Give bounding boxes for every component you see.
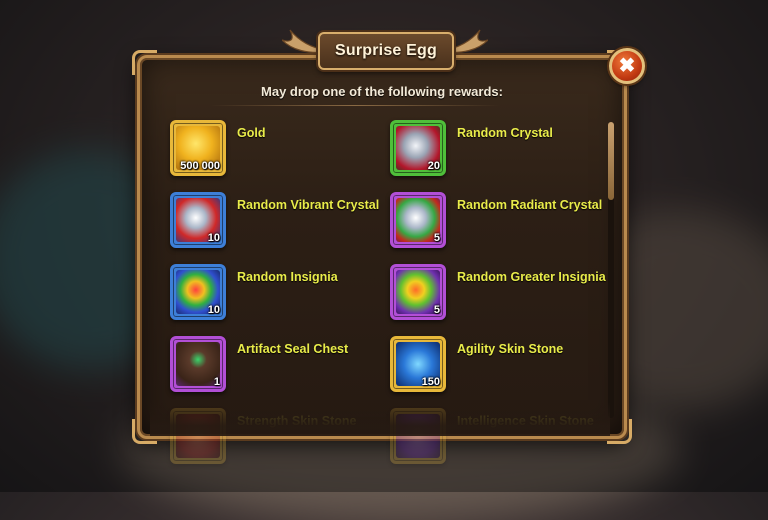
reward-item[interactable]: 5 Random Radiant Crystal bbox=[390, 192, 602, 252]
reward-quantity: 5 bbox=[433, 232, 440, 244]
dialog-title: Surprise Egg bbox=[318, 32, 454, 70]
close-icon: ✖ bbox=[618, 55, 636, 77]
reward-tile[interactable]: 1 bbox=[170, 336, 226, 392]
reward-tile[interactable]: 5 bbox=[390, 264, 446, 320]
reward-item[interactable]: 500 000 Gold bbox=[170, 120, 370, 180]
reward-quantity: 10 bbox=[207, 232, 220, 244]
reward-tile[interactable]: 150 bbox=[390, 336, 446, 392]
reward-item[interactable]: 5 Random Greater Insignia bbox=[390, 264, 606, 324]
divider bbox=[210, 105, 500, 106]
reward-tile[interactable]: 5 bbox=[390, 192, 446, 248]
scrollbar-thumb[interactable] bbox=[608, 122, 614, 200]
reward-item[interactable]: 10 Random Insignia bbox=[170, 264, 370, 324]
reward-tile[interactable]: 10 bbox=[170, 264, 226, 320]
reward-quantity: 500 000 bbox=[180, 160, 220, 172]
reward-quantity: 150 bbox=[421, 376, 440, 388]
reward-item[interactable]: 150 Agility Skin Stone bbox=[390, 336, 590, 396]
reward-quantity: 1 bbox=[213, 376, 220, 388]
reward-tile[interactable]: 20 bbox=[390, 120, 446, 176]
reward-name: Random Crystal bbox=[457, 126, 553, 140]
reward-quantity: 5 bbox=[433, 304, 440, 316]
reward-name: Random Radiant Crystal bbox=[457, 198, 603, 212]
reward-tile[interactable]: 10 bbox=[170, 192, 226, 248]
reward-quantity: 10 bbox=[207, 304, 220, 316]
reward-tile[interactable]: 500 000 bbox=[170, 120, 226, 176]
reward-item[interactable]: 1 Artifact Seal Chest bbox=[170, 336, 370, 396]
reward-name: Gold bbox=[237, 126, 266, 140]
close-button[interactable]: ✖ bbox=[609, 48, 645, 84]
reward-quantity: 20 bbox=[427, 160, 440, 172]
reward-name: Agility Skin Stone bbox=[457, 342, 564, 356]
reward-name: Artifact Seal Chest bbox=[237, 342, 349, 356]
reward-item[interactable]: 10 Random Vibrant Crystal bbox=[170, 192, 379, 252]
list-fade bbox=[150, 402, 610, 436]
rewards-description: May drop one of the following rewards: bbox=[261, 84, 503, 99]
reward-item[interactable]: 20 Random Crystal bbox=[390, 120, 590, 180]
reward-name: Random Vibrant Crystal bbox=[237, 198, 380, 212]
reward-name: Random Insignia bbox=[237, 270, 338, 284]
reward-name: Random Greater Insignia bbox=[457, 270, 606, 284]
